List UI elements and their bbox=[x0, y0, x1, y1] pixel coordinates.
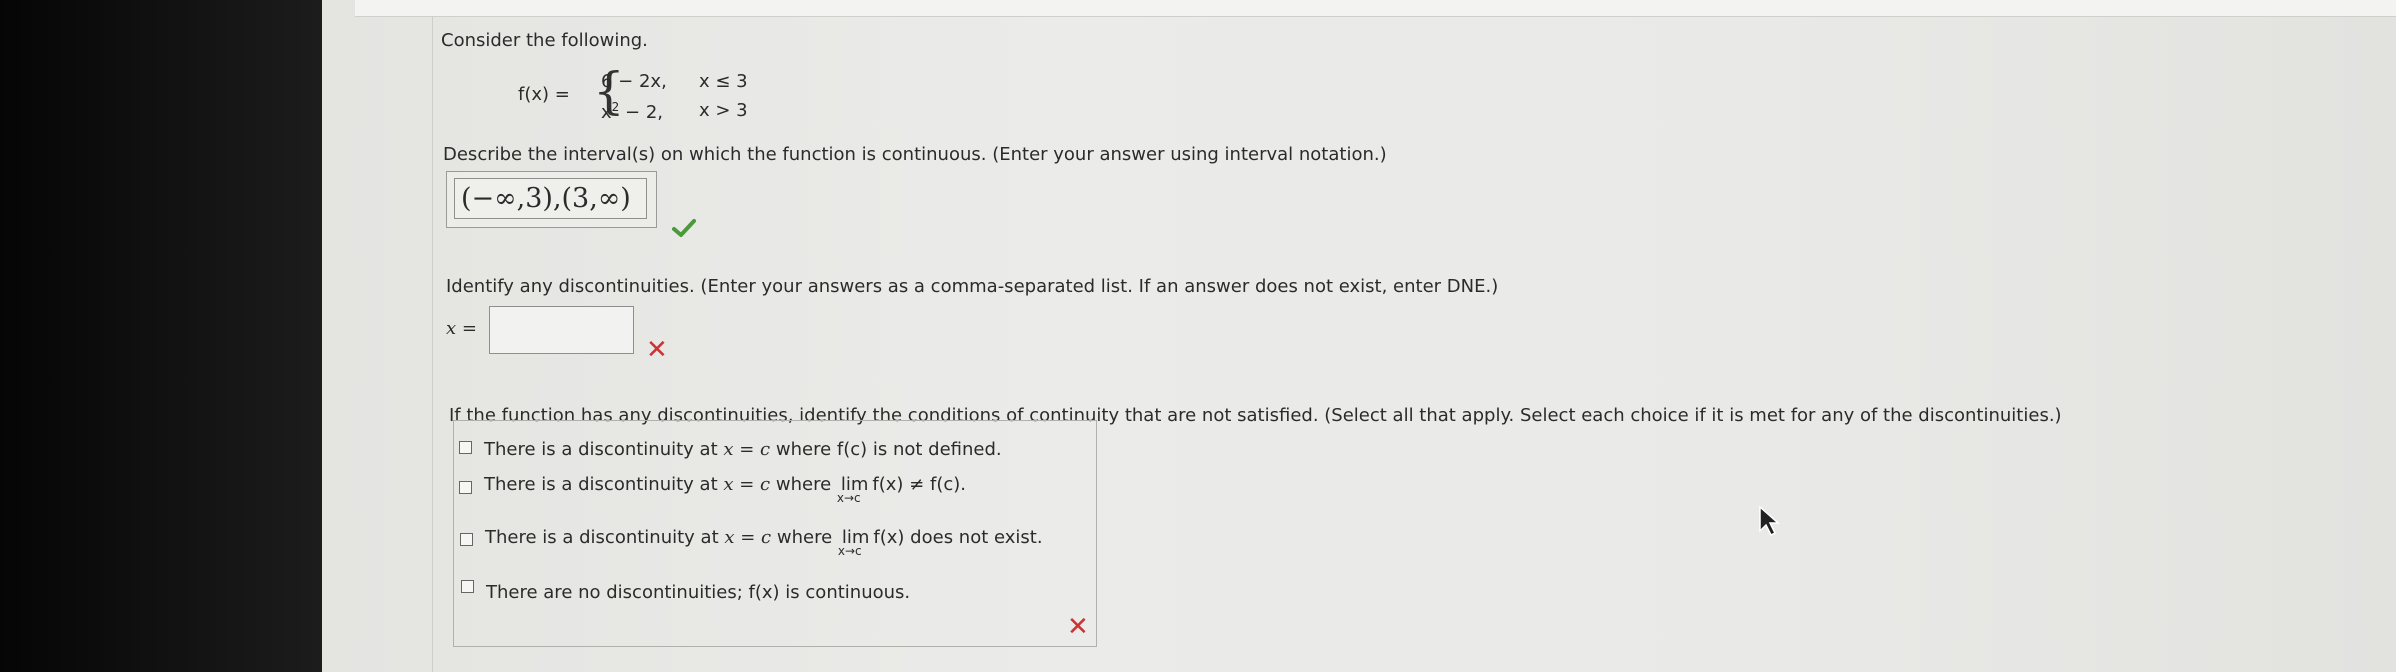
incorrect-x-icon: ✕ bbox=[646, 335, 668, 365]
option-1-checkbox[interactable] bbox=[459, 441, 472, 454]
q2-prompt: Identify any discontinuities. (Enter you… bbox=[446, 276, 1499, 297]
option-4-label[interactable]: There are no discontinuities; f(x) is co… bbox=[486, 582, 910, 603]
option-2-label[interactable]: There is a discontinuity at x = c where … bbox=[484, 474, 966, 505]
function-lhs: f(x) = bbox=[518, 84, 570, 105]
correct-check-icon bbox=[672, 219, 696, 237]
q1-answer-input[interactable]: (−∞,3),(3,∞) bbox=[454, 178, 647, 219]
intro-text: Consider the following. bbox=[441, 30, 648, 51]
q1-answer-box: (−∞,3),(3,∞) bbox=[446, 171, 657, 228]
q1-prompt: Describe the interval(s) on which the fu… bbox=[443, 144, 1387, 165]
case2-expression: x2 − 2, bbox=[601, 100, 663, 123]
option-4-checkbox[interactable] bbox=[461, 580, 474, 593]
option-1-label[interactable]: There is a discontinuity at x = c where … bbox=[484, 439, 1002, 460]
top-strip bbox=[355, 0, 2396, 17]
left-rule bbox=[432, 16, 433, 672]
incorrect-x-icon: ✕ bbox=[1067, 612, 1089, 642]
case1-expression: 6 − 2x, bbox=[601, 71, 667, 92]
option-2-checkbox[interactable] bbox=[459, 481, 472, 494]
discontinuity-input[interactable] bbox=[489, 306, 634, 354]
option-3-label[interactable]: There is a discontinuity at x = c where … bbox=[485, 527, 1043, 558]
q2-label: x = bbox=[446, 318, 477, 339]
case2-condition: x > 3 bbox=[699, 100, 748, 121]
screen-bezel bbox=[0, 0, 322, 672]
case1-condition: x ≤ 3 bbox=[699, 71, 748, 92]
mouse-cursor-icon bbox=[1759, 505, 1780, 537]
option-3-checkbox[interactable] bbox=[460, 533, 473, 546]
